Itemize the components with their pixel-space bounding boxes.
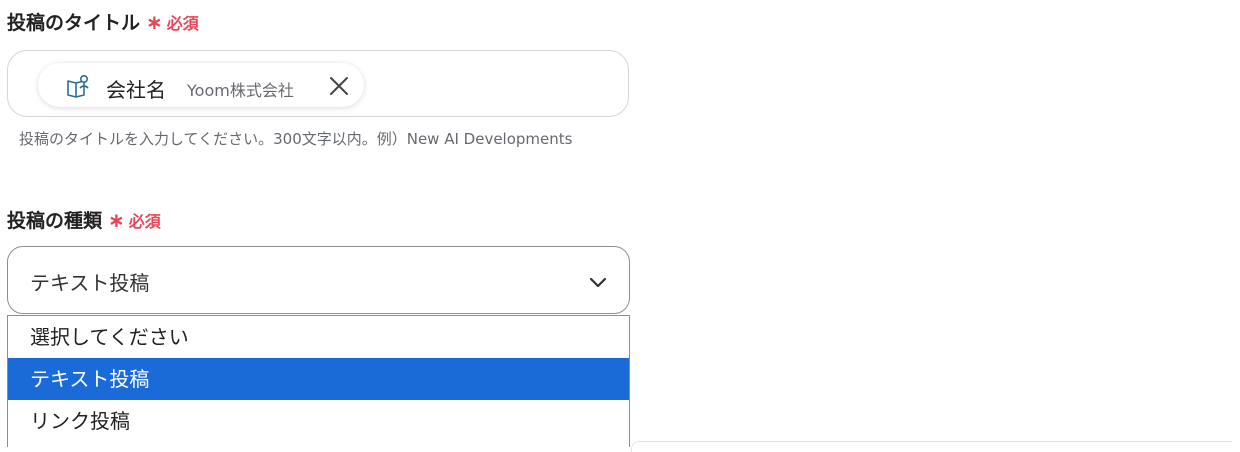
required-asterisk: ∗ — [146, 10, 163, 34]
close-icon[interactable] — [328, 75, 350, 97]
variable-chip[interactable]: 会社名 Yoom株式会社 — [38, 63, 364, 107]
required-badge: 必須 — [128, 212, 161, 231]
type-select-value: テキスト投稿 — [30, 271, 150, 295]
title-help-text: 投稿のタイトルを入力してください。300文字以内。例）New AI Develo… — [19, 130, 573, 148]
type-label: 投稿の種類 — [7, 210, 103, 232]
title-label-row: 投稿のタイトル ∗ 必須 — [7, 8, 199, 35]
option-link-post[interactable]: リンク投稿 — [8, 400, 629, 442]
type-dropdown-list: 選択してください テキスト投稿 リンク投稿 — [7, 315, 630, 447]
chevron-down-icon — [587, 271, 609, 293]
chip-value: Yoom株式会社 — [187, 81, 294, 100]
title-label: 投稿のタイトル — [7, 12, 141, 34]
option-placeholder[interactable]: 選択してください — [8, 316, 629, 358]
type-label-row: 投稿の種類 ∗ 必須 — [7, 206, 161, 233]
required-asterisk: ∗ — [108, 208, 125, 232]
chip-name: 会社名 — [106, 78, 166, 102]
title-input[interactable]: 会社名 Yoom株式会社 — [7, 50, 629, 117]
required-badge: 必須 — [166, 14, 199, 33]
book-person-icon — [64, 72, 92, 100]
option-text-post[interactable]: テキスト投稿 — [8, 358, 629, 400]
type-select[interactable]: テキスト投稿 — [7, 246, 630, 314]
